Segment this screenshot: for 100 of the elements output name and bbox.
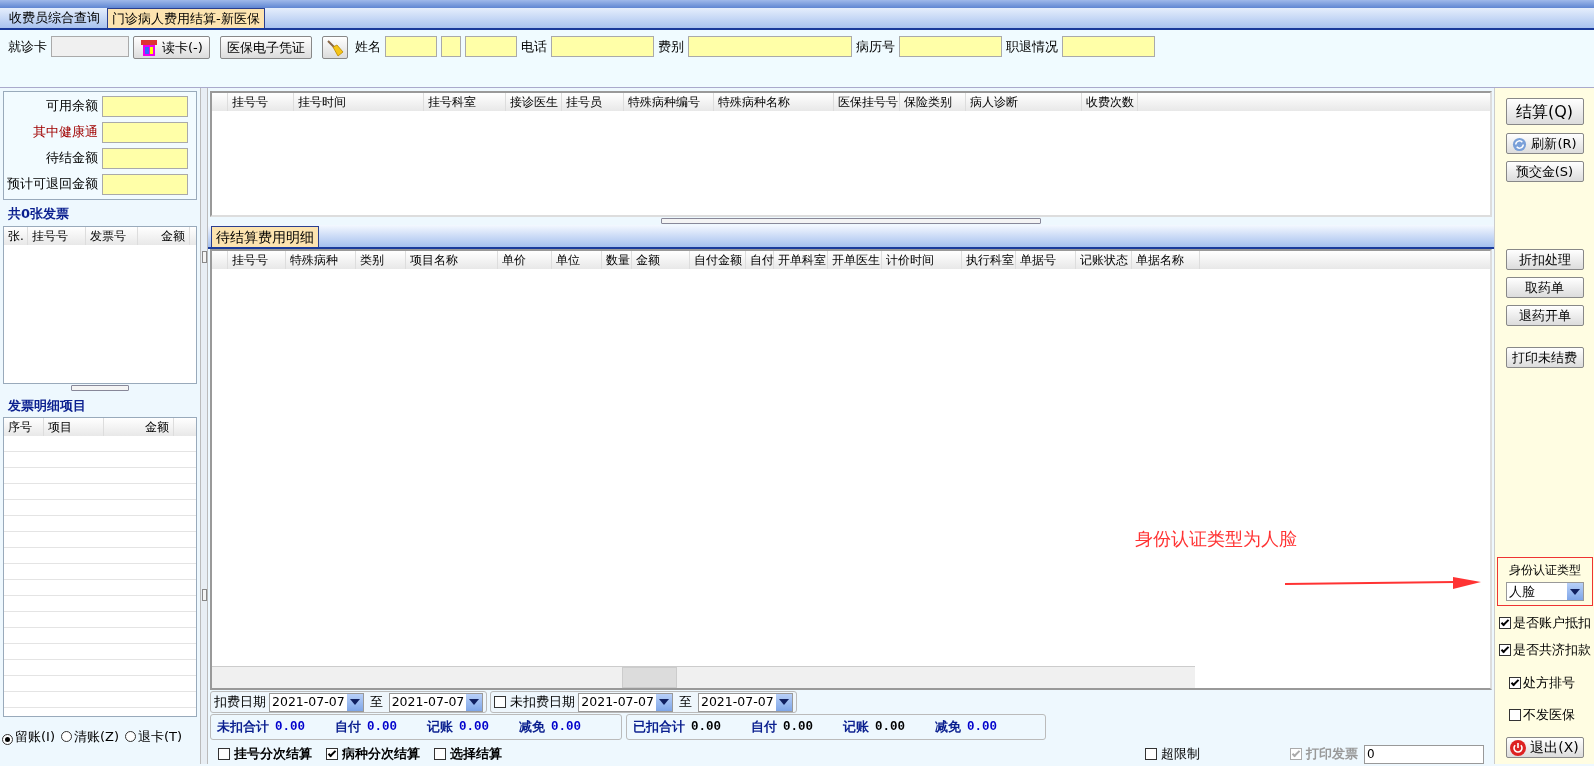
panel-tab[interactable]: 待结算费用明细 (211, 226, 319, 247)
column-header[interactable]: 病人诊断 (966, 93, 1082, 111)
field-label: 至 (369, 693, 383, 712)
column-header[interactable]: 自付金额 (690, 251, 746, 269)
column-header[interactable]: 执行科室 (962, 251, 1016, 269)
checkbox[interactable]: 不发医保 (1509, 706, 1575, 725)
text-field[interactable] (898, 36, 1002, 57)
exit-button[interactable]: 退出(X) (1505, 737, 1584, 758)
column-header[interactable]: 单据号 (1016, 251, 1076, 269)
horizontal-scrollbar[interactable] (212, 666, 1195, 688)
total-label: 记账 (427, 717, 454, 736)
column-header[interactable]: 医保挂号号 (834, 93, 900, 111)
column-header[interactable]: 发票号 (86, 226, 138, 245)
total-label: 未扣合计 (217, 717, 269, 736)
amount-field[interactable] (102, 122, 188, 143)
checkbox[interactable]: 处方排号 (1509, 673, 1575, 693)
window-tab[interactable]: 收费员综合查询 (4, 7, 105, 28)
auth-type-dropdown[interactable]: 人脸 (1505, 582, 1584, 601)
field-label: 病历号 (855, 38, 895, 56)
total-value: 0.00 (967, 718, 998, 736)
column-header[interactable]: 挂号科室 (424, 93, 506, 111)
checkbox[interactable]: 是否账户抵扣 (1499, 614, 1591, 633)
text-field[interactable] (464, 36, 517, 57)
column-header[interactable]: 收费次数 (1082, 93, 1138, 111)
side-button[interactable]: 取药单 (1505, 277, 1584, 298)
column-header[interactable]: 接诊医生 (506, 93, 562, 111)
column-header[interactable]: 记账状态 (1076, 251, 1132, 269)
text-field[interactable] (440, 36, 461, 57)
clear-button[interactable] (321, 36, 348, 59)
column-header[interactable]: 特殊病种名称 (714, 93, 834, 111)
checkbox[interactable]: 是否共济扣款 (1499, 640, 1591, 660)
window-tab[interactable]: 门诊病人费用结算-新医保 (107, 8, 265, 28)
column-header[interactable]: 特殊病种编号 (624, 93, 714, 111)
column-header[interactable]: 挂号号 (28, 226, 86, 245)
amount-field[interactable] (102, 174, 188, 195)
splitter-handle[interactable] (201, 589, 207, 601)
total-label: 减免 (519, 717, 546, 736)
column-header[interactable]: 数量 (602, 251, 632, 269)
checkbox[interactable]: 未扣费日期 (494, 692, 576, 712)
radio-option[interactable]: 留账(I) (2, 727, 55, 747)
splitter-handle[interactable] (661, 218, 1041, 224)
text-field[interactable] (1061, 36, 1155, 57)
column-header[interactable]: 保险类别 (900, 93, 966, 111)
checkbox[interactable]: 挂号分次结算 (218, 744, 312, 764)
total-value: 0.00 (783, 718, 814, 736)
amount-field[interactable] (102, 96, 188, 117)
dropdown-icon (655, 693, 672, 711)
column-header[interactable]: 金额 (138, 226, 190, 245)
total-label: 已扣合计 (633, 717, 685, 736)
column-header[interactable]: 单据名称 (1132, 251, 1200, 269)
field-label: 其中健康通 (33, 123, 98, 142)
column-header[interactable]: 特殊病种 (286, 251, 356, 269)
text-field[interactable] (550, 36, 654, 57)
checkbox[interactable]: 超限制 (1145, 744, 1200, 764)
side-button[interactable]: 退药开单 (1505, 305, 1584, 326)
side-button[interactable]: 结算(Q) (1505, 98, 1584, 125)
total-value: 0.00 (691, 718, 721, 736)
date-field[interactable]: 2021-07-07 (578, 692, 673, 712)
amount-field[interactable] (102, 148, 188, 169)
column-header[interactable]: 单位 (552, 251, 602, 269)
dropdown-icon (346, 693, 363, 711)
date-field[interactable]: 2021-07-07 (269, 692, 364, 712)
field-label: 电话 (520, 38, 547, 56)
column-header[interactable]: 挂号号 (228, 251, 286, 269)
read-card-button[interactable]: 读卡(-) (133, 36, 210, 59)
splitter-handle[interactable] (71, 384, 129, 391)
field-label: 可用余额 (46, 97, 98, 116)
total-value: 0.00 (275, 718, 305, 736)
radio-option[interactable]: 退卡(T) (125, 727, 183, 747)
dropdown-icon (1566, 583, 1583, 600)
total-value: 0.00 (459, 718, 490, 736)
checkbox[interactable]: 病种分次结算 (326, 744, 420, 764)
column-header[interactable]: 类别 (356, 251, 406, 269)
field-label: 职退情况 (1005, 38, 1058, 56)
date-field[interactable]: 2021-07-07 (388, 692, 484, 712)
radio-option[interactable]: 清账(Z) (61, 727, 120, 747)
checkbox[interactable]: 选择结算 (434, 744, 502, 764)
side-button[interactable]: 预交金(S) (1505, 161, 1584, 182)
column-header[interactable]: 金额 (632, 251, 690, 269)
side-button[interactable]: 打印未结费 (1505, 347, 1584, 368)
side-button[interactable]: 刷新(R) (1505, 133, 1584, 154)
dropdown-icon (466, 693, 483, 711)
voucher-button[interactable]: 医保电子凭证 (219, 36, 312, 59)
column-header[interactable]: 单价 (498, 251, 552, 269)
column-header[interactable]: 张. (4, 226, 28, 245)
column-header[interactable]: 项目名称 (406, 251, 498, 269)
side-button[interactable]: 折扣处理 (1505, 249, 1584, 270)
dropdown-icon (775, 693, 792, 711)
column-header[interactable]: 计价时间 (882, 251, 962, 269)
splitter-handle[interactable] (201, 251, 207, 263)
text-field[interactable] (384, 36, 437, 57)
date-field[interactable]: 2021-07-07 (697, 692, 793, 712)
column-header[interactable]: 自付 (746, 251, 774, 269)
column-header[interactable]: 开单医生 (828, 251, 882, 269)
card-field[interactable] (51, 36, 129, 57)
text-field[interactable] (687, 36, 852, 57)
column-header[interactable]: 挂号号 (228, 93, 294, 111)
column-header[interactable]: 挂号员 (562, 93, 624, 111)
column-header[interactable]: 挂号时间 (294, 93, 424, 111)
column-header[interactable]: 开单科室 (774, 251, 828, 269)
